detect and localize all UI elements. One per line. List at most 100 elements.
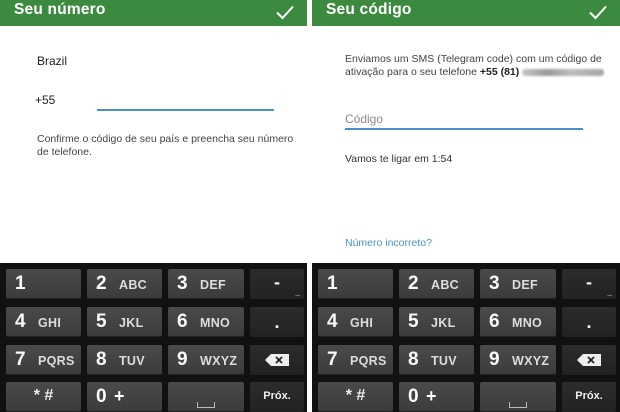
key-6[interactable]: 6 MNO <box>168 307 244 337</box>
phone-number-screen: Seu número Brazil +55 Confirme o código … <box>0 0 307 412</box>
key-2[interactable]: 2 ABC <box>399 269 474 299</box>
key-symbols[interactable]: * # <box>318 382 393 412</box>
key-period[interactable]: . <box>562 307 616 337</box>
key-9[interactable]: 9 WXYZ <box>480 345 556 375</box>
key-digit: 4 <box>327 311 338 332</box>
key-mini-label: _ <box>607 287 612 296</box>
app-bar: Seu código <box>312 0 620 26</box>
check-icon[interactable] <box>586 0 610 24</box>
space-icon <box>197 402 215 408</box>
key-label: * # <box>345 387 366 404</box>
key-7[interactable]: 7 PQRS <box>6 345 81 375</box>
key-digit: 6 <box>177 311 188 332</box>
key-digit: 7 <box>15 349 26 370</box>
key-digit: 6 <box>489 311 500 332</box>
key-label: Próx. <box>263 390 291 402</box>
key-period[interactable]: . <box>250 307 304 337</box>
redacted-number <box>522 68 605 76</box>
sms-sent-message: Enviamos um SMS (Telegram code) com um c… <box>345 53 610 79</box>
key-letters: WXYZ <box>512 354 550 368</box>
key-letters: PQRS <box>38 354 75 368</box>
key-digit: 9 <box>177 349 188 370</box>
key-0[interactable]: 0 + <box>399 382 474 412</box>
check-icon[interactable] <box>273 0 297 24</box>
wrong-number-link[interactable]: Número incorreto? <box>345 237 432 249</box>
key-digit: 5 <box>96 311 107 332</box>
key-letters: GHI <box>38 316 62 330</box>
call-timer: Vamos te ligar em 1:54 <box>345 153 453 165</box>
key-3[interactable]: 3 DEF <box>480 269 556 299</box>
key-1[interactable]: 1 <box>318 269 393 299</box>
key-letters: TUV <box>431 354 457 368</box>
key-8[interactable]: 8 TUV <box>87 345 162 375</box>
key-digit: 2 <box>96 273 107 294</box>
key-letters: PQRS <box>350 354 387 368</box>
key-dash[interactable]: - _ <box>562 269 616 299</box>
key-5[interactable]: 5 JKL <box>87 307 162 337</box>
key-digit: 2 <box>408 273 419 294</box>
next-key[interactable]: Próx. <box>562 382 616 412</box>
key-digit: 8 <box>408 349 419 370</box>
country-code-field[interactable]: +55 <box>35 93 85 111</box>
key-digit: 1 <box>15 273 26 294</box>
backspace-icon <box>577 354 601 366</box>
phone-number-text: +55 (81) <box>479 66 520 78</box>
key-digit: 0 <box>408 386 419 407</box>
key-8[interactable]: 8 TUV <box>399 345 474 375</box>
key-letters: ABC <box>119 278 147 292</box>
key-0[interactable]: 0 + <box>87 382 162 412</box>
space-icon <box>509 402 527 408</box>
key-letters: WXYZ <box>200 354 238 368</box>
next-key[interactable]: Próx. <box>250 382 304 412</box>
key-letters: JKL <box>119 316 144 330</box>
key-label: * # <box>33 387 54 404</box>
key-digit: 3 <box>177 273 188 294</box>
key-5[interactable]: 5 JKL <box>399 307 474 337</box>
space-key[interactable] <box>168 382 244 412</box>
numeric-keyboard: 1 2 ABC 3 DEF 4 GHI 5 JKL 6 MNO 7 PQRS 8 TUV 9 WXYZ - _. * … <box>0 263 307 412</box>
backspace-key[interactable] <box>250 345 304 375</box>
verification-code-screen: Seu código Enviamos um SMS (Telegram cod… <box>312 0 620 412</box>
code-input[interactable] <box>345 110 583 130</box>
key-letters: + <box>114 386 125 406</box>
key-digit: 8 <box>96 349 107 370</box>
page-title: Seu código <box>326 1 412 18</box>
key-mini-label: _ <box>295 287 300 296</box>
key-7[interactable]: 7 PQRS <box>318 345 393 375</box>
key-symbols[interactable]: * # <box>6 382 81 412</box>
page-title: Seu número <box>14 1 106 18</box>
key-dash[interactable]: - _ <box>250 269 304 299</box>
key-digit: 5 <box>408 311 419 332</box>
key-letters: DEF <box>200 278 226 292</box>
key-digit: 0 <box>96 386 107 407</box>
key-digit: 9 <box>489 349 500 370</box>
key-letters: DEF <box>512 278 538 292</box>
key-digit: 3 <box>489 273 500 294</box>
key-letters: GHI <box>350 316 374 330</box>
key-label: . <box>274 312 280 332</box>
key-3[interactable]: 3 DEF <box>168 269 244 299</box>
key-4[interactable]: 4 GHI <box>6 307 81 337</box>
key-6[interactable]: 6 MNO <box>480 307 556 337</box>
numeric-keyboard: 1 2 ABC 3 DEF 4 GHI 5 JKL 6 MNO 7 PQRS 8 TUV 9 WXYZ - _. * … <box>312 263 620 412</box>
key-4[interactable]: 4 GHI <box>318 307 393 337</box>
key-2[interactable]: 2 ABC <box>87 269 162 299</box>
key-9[interactable]: 9 WXYZ <box>168 345 244 375</box>
instruction-text: Confirme o código de seu país e preencha… <box>37 133 294 158</box>
key-letters: ABC <box>431 278 459 292</box>
space-key[interactable] <box>480 382 556 412</box>
country-selector[interactable]: Brazil <box>37 54 67 68</box>
phone-number-input[interactable] <box>97 93 274 111</box>
backspace-icon <box>265 354 289 366</box>
key-1[interactable]: 1 <box>6 269 81 299</box>
app-bar: Seu número <box>0 0 307 26</box>
backspace-key[interactable] <box>562 345 616 375</box>
key-letters: MNO <box>200 316 231 330</box>
key-label: . <box>586 312 592 332</box>
key-letters: + <box>426 386 437 406</box>
key-digit: 1 <box>327 273 338 294</box>
key-digit: 7 <box>327 349 338 370</box>
key-letters: MNO <box>512 316 543 330</box>
key-letters: TUV <box>119 354 145 368</box>
key-letters: JKL <box>431 316 456 330</box>
